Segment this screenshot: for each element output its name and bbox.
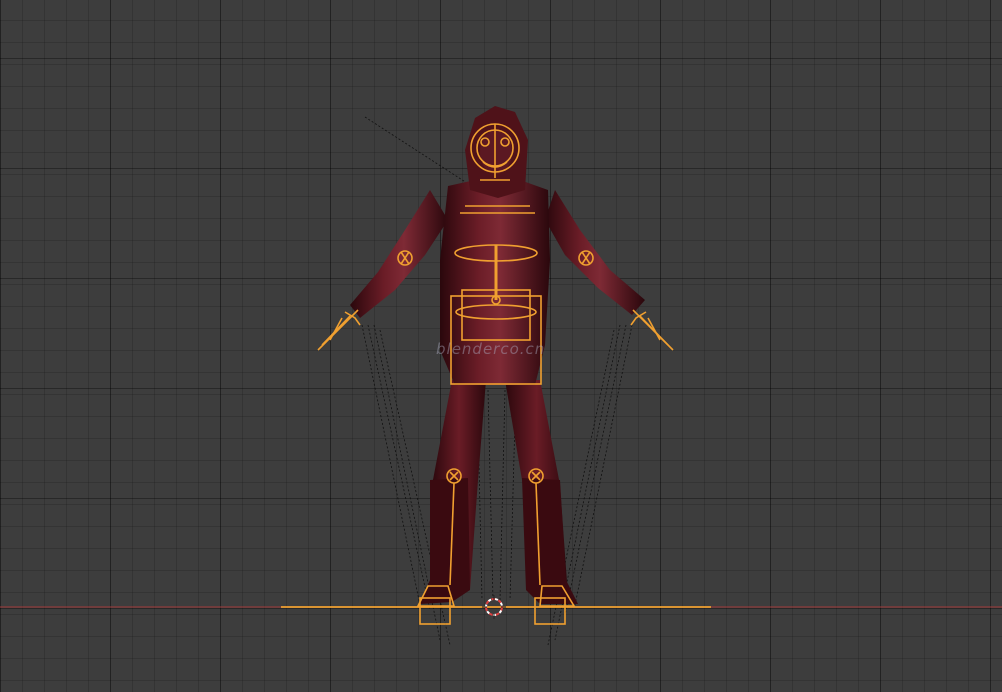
3d-viewport[interactable]: blenderco.cn bbox=[0, 0, 1002, 692]
left-hand-bones[interactable] bbox=[317, 309, 361, 351]
watermark-text: blenderco.cn bbox=[436, 340, 546, 358]
right-boot bbox=[522, 478, 578, 604]
right-hand-bones[interactable] bbox=[630, 309, 674, 351]
left-boot bbox=[420, 478, 470, 604]
right-arm bbox=[545, 190, 645, 315]
